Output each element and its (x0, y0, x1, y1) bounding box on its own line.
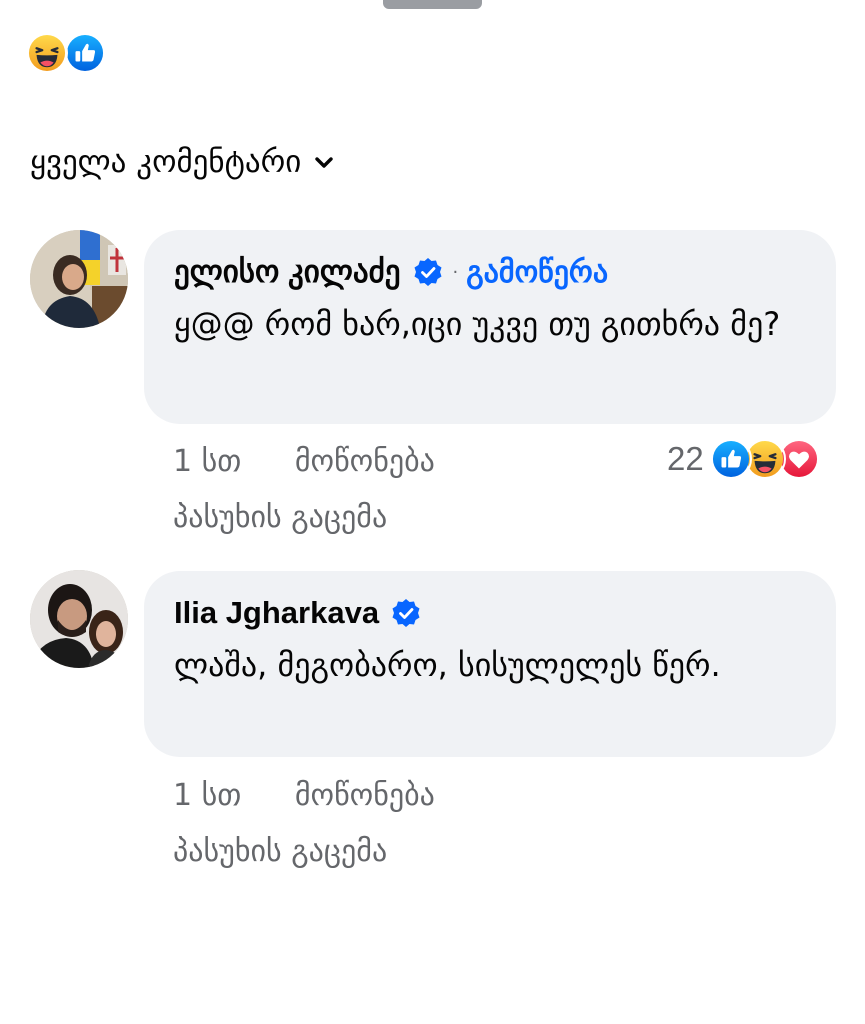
drag-handle[interactable] (383, 0, 482, 9)
reply-button[interactable]: პასუხის გაცემა (173, 500, 387, 535)
comment-filter-label: ყველა კომენტარი (30, 144, 302, 180)
like-button[interactable]: მოწონება (295, 778, 435, 813)
haha-icon (26, 32, 68, 74)
comment-meta: 1 სთ მოწონება (173, 778, 435, 813)
reply-row: პასუხის გაცემა (173, 500, 387, 535)
comment-text: ყ@@ რომ ხარ,იცი უკვე თუ გითხრა მე? (174, 305, 781, 343)
verified-badge-icon (392, 599, 420, 627)
chevron-down-icon (315, 157, 334, 168)
comment-author[interactable]: Ilia Jgharkava (174, 595, 379, 631)
avatar[interactable] (30, 570, 128, 668)
comment-bubble[interactable]: Ilia Jgharkava ლაშა, მეგობარო, სისულელეს… (144, 571, 836, 757)
reply-row: პასუხის გაცემა (173, 834, 387, 869)
reply-button[interactable]: პასუხის გაცემა (173, 834, 387, 869)
comment-bubble[interactable]: ელისო კილაძე · გამოწერა ყ@@ რომ ხარ,იცი … (144, 230, 836, 424)
like-icon (64, 32, 106, 74)
comment-filter-dropdown[interactable]: ყველა კომენტარი (30, 140, 334, 184)
like-icon (709, 438, 752, 480)
like-button[interactable]: მოწონება (295, 444, 435, 479)
comment-text: ლაშა, მეგობარო, სისულელეს წერ. (174, 646, 721, 684)
comment-author[interactable]: ელისო კილაძე (174, 254, 401, 290)
comment-meta: 1 სთ მოწონება (173, 444, 435, 479)
verified-badge-icon (414, 258, 442, 286)
follow-button[interactable]: გამოწერა (466, 255, 608, 290)
reaction-count: 22 (667, 440, 704, 477)
reaction-summary[interactable] (26, 32, 116, 74)
comment-reactions[interactable]: 22 (667, 436, 820, 482)
comment-timestamp[interactable]: 1 სთ (173, 778, 241, 813)
separator-dot: · (452, 261, 459, 283)
avatar[interactable] (30, 230, 128, 328)
comment-timestamp[interactable]: 1 სთ (173, 444, 241, 479)
